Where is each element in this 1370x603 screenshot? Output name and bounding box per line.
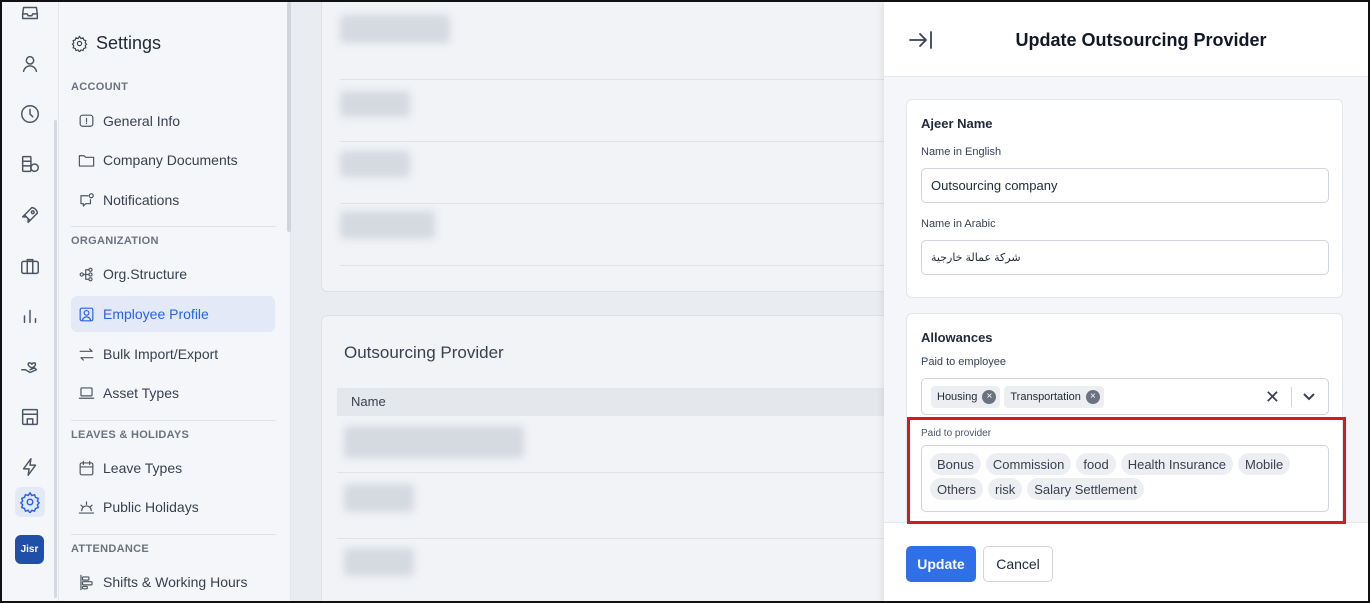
- rail-scrollbar[interactable]: [54, 120, 57, 598]
- chip-housing: Housing ×: [931, 385, 1001, 408]
- chevron-down-icon[interactable]: [1302, 389, 1316, 403]
- remove-chip-icon[interactable]: ×: [982, 389, 997, 404]
- clock-icon[interactable]: [15, 99, 45, 129]
- app-window: Jisr Settings ACCOUNT General Info Compa…: [0, 0, 1370, 603]
- blurred-text: [340, 91, 410, 117]
- gear-icon[interactable]: [15, 487, 45, 517]
- jisr-logo[interactable]: Jisr: [15, 535, 44, 564]
- info-icon: [79, 114, 94, 127]
- allowances-heading: Allowances: [921, 330, 993, 345]
- highlight-box: [907, 417, 1346, 524]
- name-arabic-value: شركة عمالة خارجية: [931, 252, 1021, 264]
- section-attendance: ATTENDANCE: [71, 543, 149, 555]
- briefcase-icon[interactable]: [15, 251, 45, 281]
- divider: [337, 538, 922, 539]
- blurred-table-cell: [344, 484, 414, 512]
- divider: [337, 472, 922, 473]
- sidebar-item-asset-types[interactable]: Asset Types: [71, 375, 275, 411]
- shifts-icon: [80, 574, 93, 590]
- sidebar-item-leave-types[interactable]: Leave Types: [71, 450, 275, 486]
- swap-arrows-icon: [79, 347, 94, 361]
- sidebar-item-shifts-working-hours[interactable]: Shifts & Working Hours: [71, 564, 275, 600]
- org-structure-icon: [79, 267, 93, 281]
- outsourcing-provider-card: Outsourcing Provider Name: [321, 315, 922, 601]
- settings-sidebar: Settings ACCOUNT General Info Company Do…: [59, 2, 291, 601]
- paid-employee-label: Paid to employee: [921, 356, 1006, 368]
- blurred-table-cell: [344, 548, 414, 576]
- update-button[interactable]: Update: [906, 546, 976, 582]
- sidebar-item-employee-profile[interactable]: Employee Profile: [71, 296, 275, 332]
- blurred-table-cell: [344, 426, 524, 458]
- drawer-footer: Update Cancel: [884, 522, 1368, 601]
- inbox-icon[interactable]: [15, 2, 45, 28]
- sunrise-icon: [78, 500, 95, 514]
- section-title: Outsourcing Provider: [344, 343, 504, 362]
- calendar-icon: [79, 460, 94, 475]
- name-arabic-label: Name in Arabic: [921, 218, 996, 230]
- payroll-icon[interactable]: [15, 149, 45, 179]
- divider: [71, 420, 276, 421]
- section-organization: ORGANIZATION: [71, 235, 159, 247]
- ajeer-heading: Ajeer Name: [921, 116, 993, 131]
- gear-icon: [71, 35, 88, 52]
- folder-icon: [78, 154, 95, 167]
- sidebar-scrollbar[interactable]: [287, 2, 291, 232]
- profile-card: [321, 2, 921, 292]
- ajeer-name-section: Ajeer Name Name in English Outsourcing c…: [906, 99, 1343, 298]
- drawer-header: Update Outsourcing Provider: [884, 2, 1368, 77]
- sidebar-item-org-structure[interactable]: Org.Structure: [71, 256, 275, 292]
- hand-heart-icon[interactable]: [15, 352, 45, 382]
- remove-chip-icon[interactable]: ×: [1085, 389, 1100, 404]
- clear-selection-icon[interactable]: ✕: [1265, 387, 1280, 408]
- profile-icon: [79, 307, 94, 321]
- divider: [340, 265, 920, 266]
- settings-title: Settings: [71, 33, 161, 54]
- sidebar-item-bulk-import-export[interactable]: Bulk Import/Export: [71, 336, 275, 372]
- lightning-icon[interactable]: [15, 452, 45, 482]
- drawer-title: Update Outsourcing Provider: [1015, 30, 1267, 50]
- laptop-icon: [78, 386, 95, 399]
- chart-icon[interactable]: [15, 301, 45, 331]
- chip-transportation: Transportation ×: [1004, 385, 1104, 408]
- section-leaves-holidays: LEAVES & HOLIDAYS: [71, 429, 190, 441]
- divider: [340, 141, 920, 142]
- divider: [1291, 387, 1292, 407]
- divider: [71, 534, 276, 535]
- blurred-text: [340, 151, 410, 177]
- paid-employee-select[interactable]: Housing × Transportation × ✕: [921, 378, 1329, 415]
- name-arabic-input[interactable]: شركة عمالة خارجية: [921, 240, 1329, 275]
- divider: [71, 226, 276, 227]
- name-english-input[interactable]: Outsourcing company: [921, 168, 1329, 203]
- sidebar-item-notifications[interactable]: Notifications: [71, 182, 275, 218]
- blurred-text: [340, 211, 435, 239]
- divider: [340, 79, 920, 80]
- user-icon[interactable]: [15, 49, 45, 79]
- sidebar-item-public-holidays[interactable]: Public Holidays: [71, 489, 275, 525]
- store-icon[interactable]: [15, 402, 45, 432]
- table-header-name: Name: [337, 388, 922, 416]
- sidebar-item-company-documents[interactable]: Company Documents: [71, 142, 275, 178]
- notification-icon: [80, 192, 94, 207]
- blurred-text: [340, 15, 450, 43]
- name-english-label: Name in English: [921, 146, 1002, 158]
- rocket-icon[interactable]: [15, 200, 45, 230]
- divider: [340, 203, 920, 204]
- main-content: Outsourcing Provider Name: [292, 2, 922, 601]
- icon-rail: Jisr: [2, 2, 59, 601]
- section-account: ACCOUNT: [71, 81, 129, 93]
- cancel-button[interactable]: Cancel: [983, 546, 1053, 582]
- sidebar-item-general-info[interactable]: General Info: [71, 103, 275, 139]
